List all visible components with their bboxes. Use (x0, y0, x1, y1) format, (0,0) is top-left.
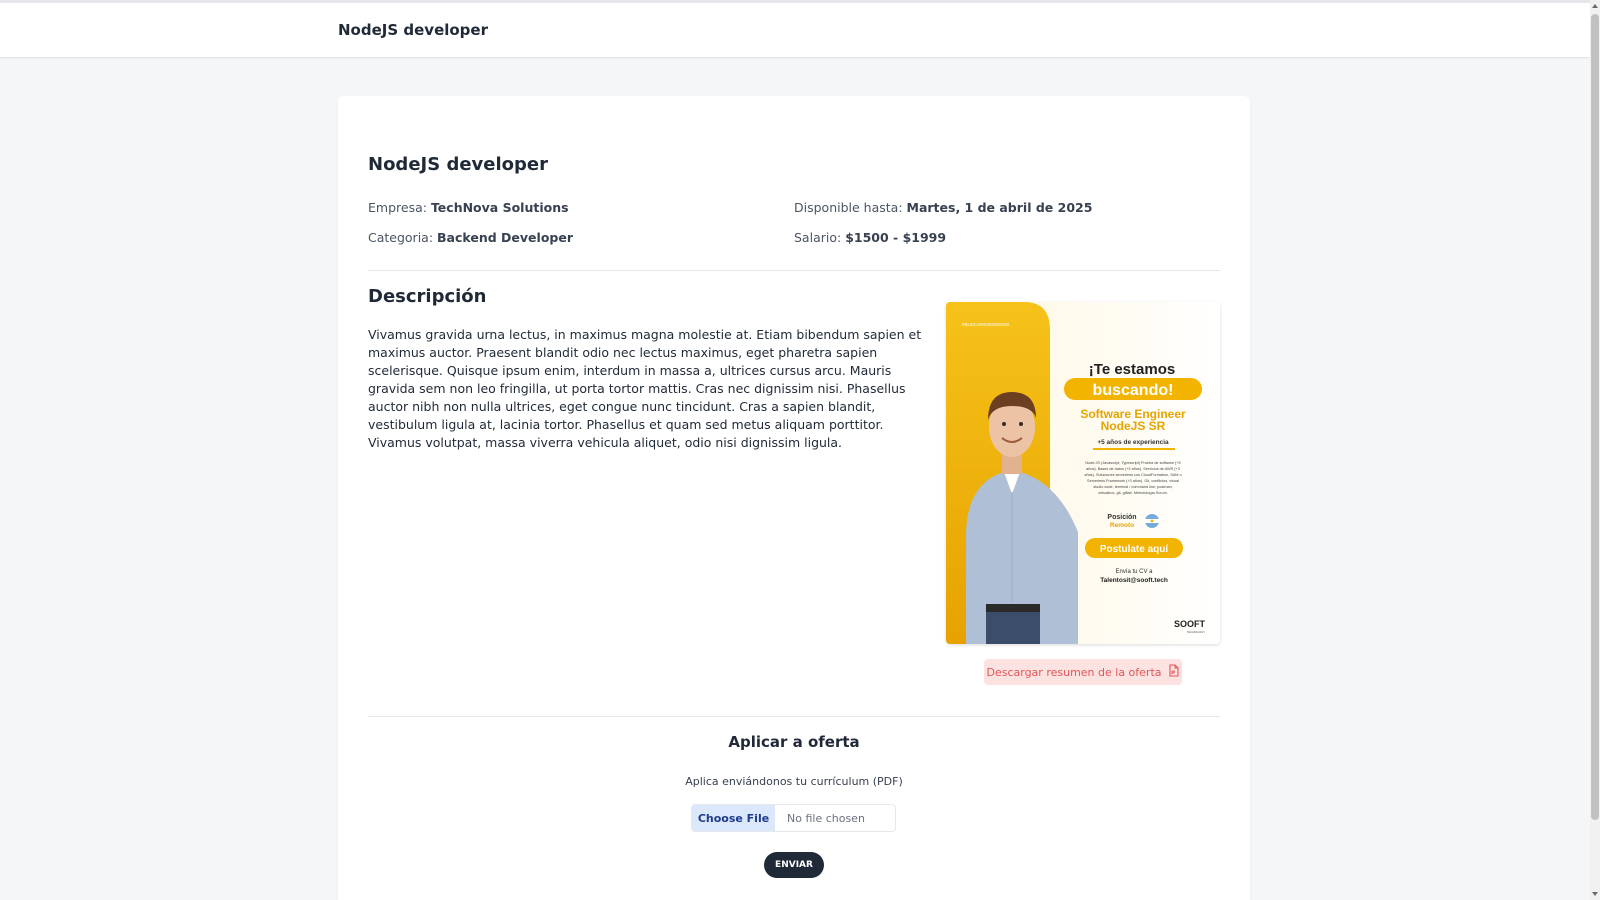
poster-skills-line: Serverless Framework (+3 años). Git, con… (1087, 479, 1179, 483)
poster-tag: #BUSCAMOSINGENIO (962, 322, 1010, 327)
job-title: NodeJS developer (368, 154, 548, 175)
company-value: TechNova Solutions (430, 200, 569, 215)
download-summary-button[interactable]: Descargar resumen de la oferta (984, 659, 1182, 685)
vertical-scrollbar[interactable] (1590, 0, 1600, 900)
argentina-flag-icon (1145, 514, 1159, 528)
poster-headline: ¡Te estamos (1089, 361, 1175, 378)
cv-file-input[interactable]: Choose File No file chosen (691, 804, 896, 832)
poster-headline-pill-text: buscando! (1093, 382, 1174, 399)
poster-role-line2: NodeJS SR (1101, 419, 1166, 433)
category-value: Backend Developer (437, 230, 573, 245)
salary-value: $1500 - $1999 (845, 230, 947, 245)
choose-file-button[interactable]: Choose File (692, 805, 775, 831)
poster-email: Talentosit@sooft.tech (1100, 577, 1168, 584)
poster-position-label: Posición (1107, 514, 1136, 521)
top-header: NodeJS developer (0, 0, 1590, 58)
scroll-down-arrow-icon[interactable] (1592, 892, 1598, 896)
scrollbar-thumb[interactable] (1591, 14, 1599, 820)
job-poster-image: #BUSCAMOSINGENIO ¡Te estamos buscando! S… (946, 302, 1220, 644)
poster-brand-sub: TECHNOLOGY (1187, 630, 1205, 634)
poster-skills-line: Node.JS (Javascript, Typescript) Prueba … (1085, 461, 1180, 465)
poster-send-label: Envía tu CV a (1115, 569, 1153, 575)
poster-experience: +5 años de experiencia (1097, 439, 1169, 446)
poster-brand: SOOFT (1174, 619, 1206, 629)
submit-button[interactable]: ENVIAR (764, 852, 824, 878)
apply-subtitle: Aplica enviándonos tu currículum (PDF) (685, 775, 903, 788)
company-label: Empresa: (368, 200, 427, 215)
file-status-text: No file chosen (787, 811, 865, 825)
salary-label: Salario: (794, 230, 842, 245)
available-until-label: Disponible hasta: (794, 200, 903, 215)
section-divider (368, 270, 1220, 271)
description-text: Vivamus gravida urna lectus, in maximus … (368, 327, 922, 450)
poster-cta: Postulate aquí (1100, 544, 1170, 555)
job-offer-card: NodeJS developer Empresa: TechNova Solut… (338, 96, 1250, 900)
poster-skills-line: años). Soluciones serverless con CloudFo… (1084, 473, 1181, 477)
section-divider (368, 716, 1220, 717)
category-info: Categoria: Backend Developer (368, 230, 573, 245)
company-info: Empresa: TechNova Solutions (368, 200, 569, 215)
header-title: NodeJS developer (338, 21, 488, 39)
download-summary-label: Descargar resumen de la oferta (986, 665, 1162, 679)
category-label: Categoria: (368, 230, 434, 245)
available-until-value: Martes, 1 de abril de 2025 (906, 200, 1093, 215)
description-title: Descripción (368, 286, 487, 307)
poster-position-value: Remoto (1110, 522, 1134, 529)
file-pdf-icon (1168, 664, 1180, 680)
poster-skills-line: virtualbox, git, gitlab. Metodología Scr… (1098, 491, 1168, 495)
salary-info: Salario: $1500 - $1999 (794, 230, 946, 245)
apply-title: Aplicar a oferta (728, 733, 860, 751)
poster-skills-line: años). Bases de datos (+3 años). Servici… (1086, 467, 1180, 471)
scroll-up-arrow-icon[interactable] (1592, 4, 1598, 8)
available-until-info: Disponible hasta: Martes, 1 de abril de … (794, 200, 1092, 215)
poster-skills-line: studio code, terminal / command line, po… (1093, 485, 1173, 489)
